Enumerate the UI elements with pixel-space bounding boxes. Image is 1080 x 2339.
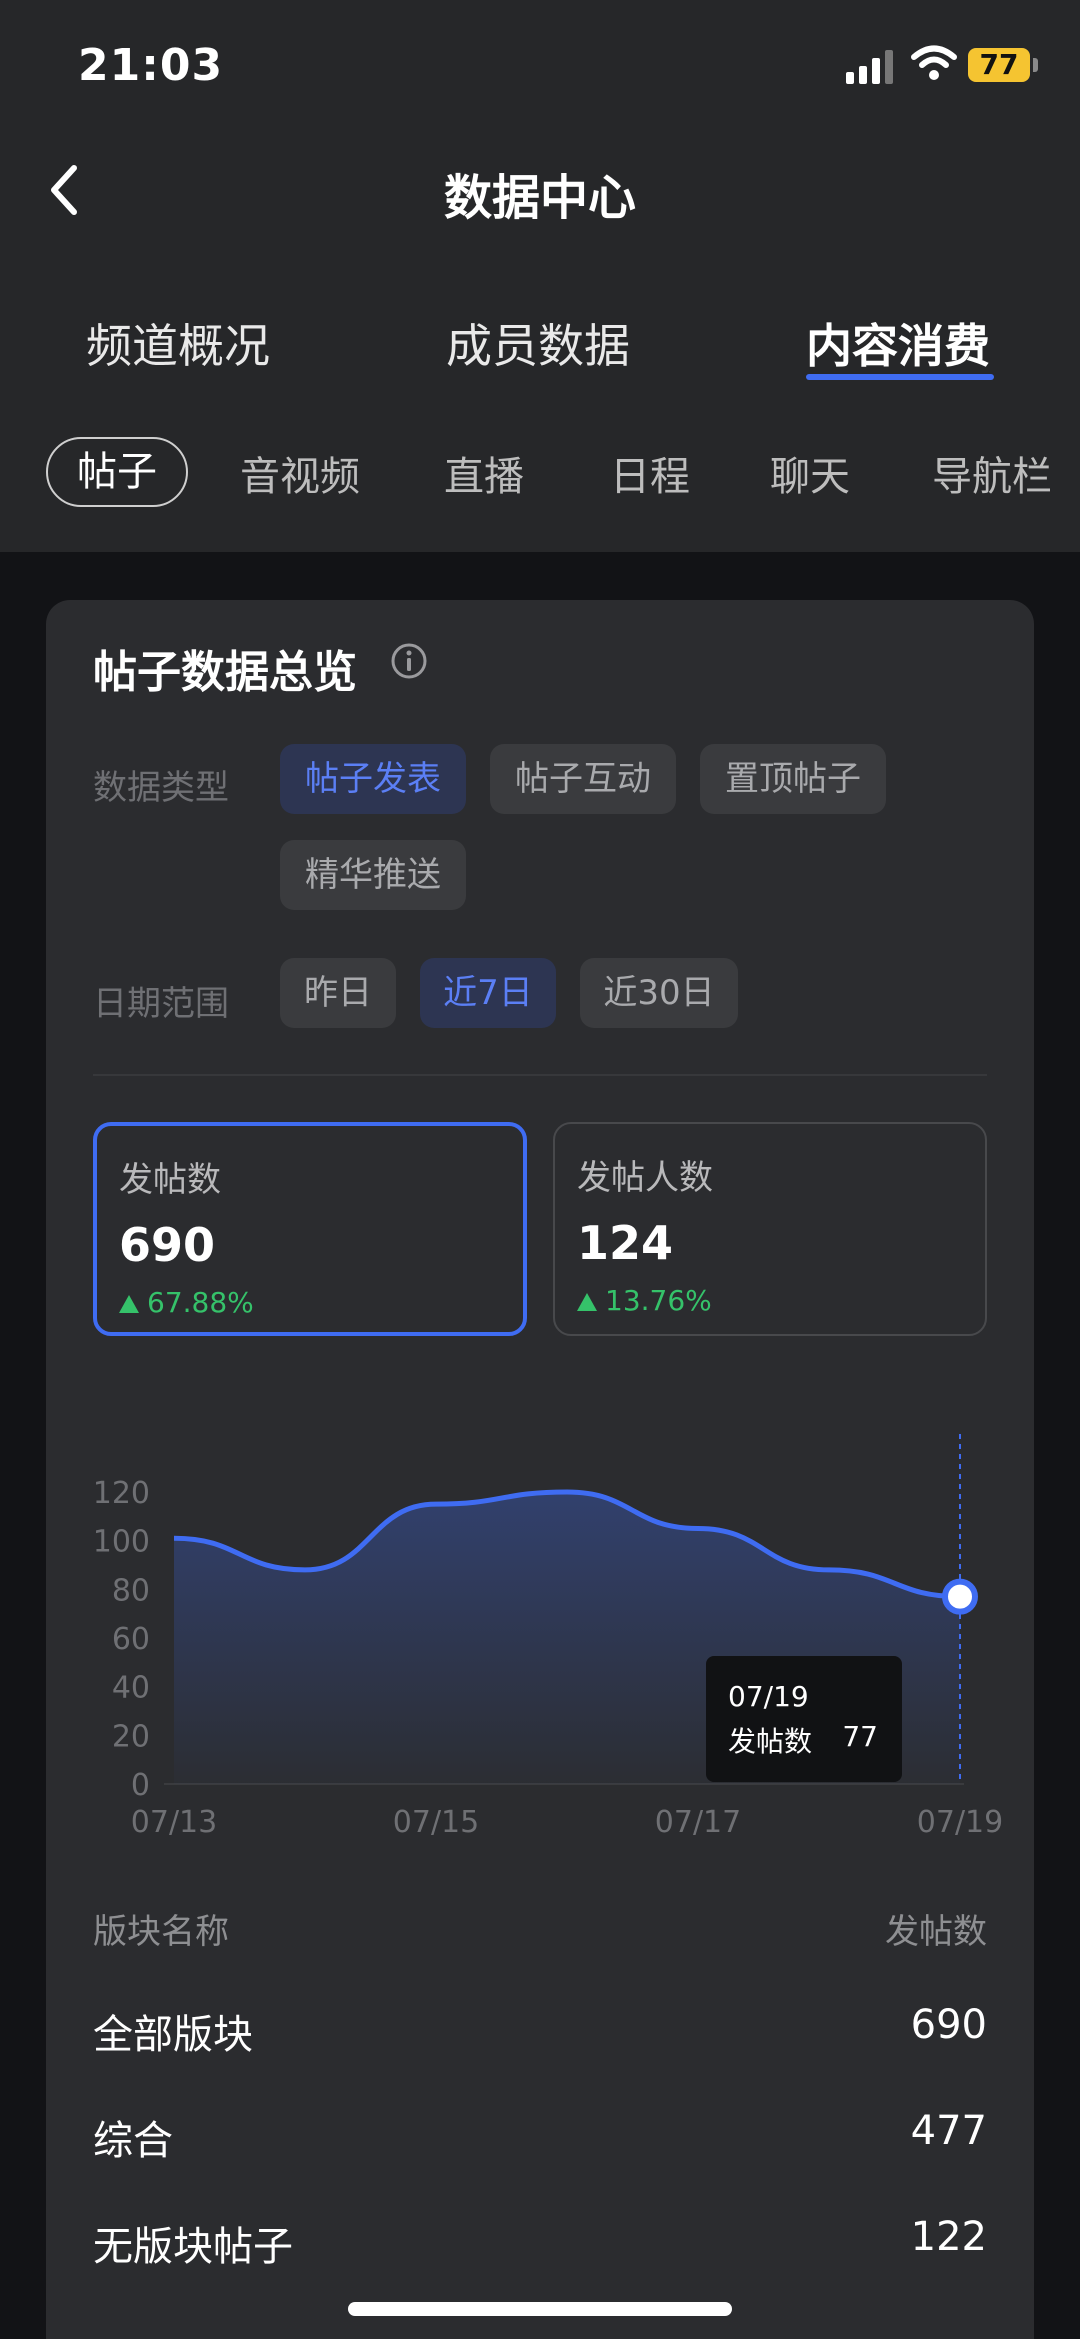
- metric-value: 690: [119, 1218, 216, 1272]
- table-row-name: 无版块帖子: [93, 2224, 293, 2270]
- data-point: [826, 1567, 832, 1573]
- subtab-live[interactable]: 直播: [444, 444, 524, 502]
- data-type-label: 数据类型: [93, 768, 229, 808]
- tab-channel-overview[interactable]: 频道概况: [86, 310, 270, 376]
- x-tick-label: 07/13: [131, 1805, 217, 1840]
- data-point: [957, 1594, 963, 1600]
- y-tick-label: 20: [112, 1719, 150, 1754]
- chip-post-interaction[interactable]: 帖子互动: [490, 744, 676, 814]
- data-point: [171, 1535, 177, 1541]
- subtab-schedule[interactable]: 日程: [610, 444, 690, 502]
- info-icon[interactable]: [390, 642, 428, 680]
- cellular-signal-icon: [846, 48, 896, 84]
- battery-icon: 77: [968, 48, 1030, 82]
- metric-label: 发帖数: [119, 1160, 221, 1200]
- table-row-value: 477: [910, 2108, 987, 2154]
- table-header-value: 发帖数: [885, 1912, 987, 1952]
- table-row-value: 690: [910, 2002, 987, 2048]
- metric-change-value: 67.88%: [147, 1286, 254, 1319]
- subtab-posts[interactable]: 帖子: [46, 437, 188, 507]
- date-range-label: 日期范围: [93, 984, 229, 1024]
- home-indicator: [348, 2302, 732, 2316]
- y-tick-label: 40: [112, 1671, 150, 1706]
- up-arrow-icon: [119, 1295, 139, 1313]
- metric-change: 13.76%: [577, 1284, 712, 1317]
- data-point: [302, 1567, 308, 1573]
- subtab-audio-video[interactable]: 音视频: [240, 444, 360, 502]
- subtab-navbar[interactable]: 导航栏: [932, 444, 1052, 502]
- tooltip-date: 07/19: [728, 1680, 809, 1713]
- chip-pinned-posts[interactable]: 置顶帖子: [700, 744, 886, 814]
- metric-change-value: 13.76%: [605, 1284, 712, 1317]
- table-row-value: 122: [910, 2214, 987, 2260]
- y-tick-label: 60: [112, 1622, 150, 1657]
- y-tick-label: 80: [112, 1573, 150, 1608]
- chip-post-publish[interactable]: 帖子发表: [280, 744, 466, 814]
- subtab-chat[interactable]: 聊天: [770, 444, 850, 502]
- tab-active-indicator: [806, 374, 994, 380]
- data-point: [433, 1501, 439, 1507]
- y-tick-label: 100: [93, 1525, 150, 1560]
- status-bar: 21:03 77: [0, 0, 1080, 132]
- tab-member-data[interactable]: 成员数据: [446, 310, 630, 376]
- metric-change: 67.88%: [119, 1286, 254, 1319]
- chip-yesterday[interactable]: 昨日: [280, 958, 396, 1028]
- tooltip-label: 发帖数: [728, 1725, 813, 1758]
- up-arrow-icon: [577, 1293, 597, 1311]
- tooltip-value: 77: [842, 1720, 878, 1753]
- table-row-name: 全部版块: [93, 2012, 253, 2058]
- metric-card-poster-count[interactable]: 发帖人数 124 13.76%: [553, 1122, 987, 1336]
- data-point: [564, 1489, 570, 1495]
- wifi-icon: [911, 45, 957, 80]
- table-header-name: 版块名称: [93, 1912, 229, 1952]
- table-row-name: 综合: [93, 2118, 173, 2164]
- status-time: 21:03: [78, 40, 224, 91]
- metric-card-post-count[interactable]: 发帖数 690 67.88%: [93, 1122, 527, 1336]
- page-title: 数据中心: [443, 170, 636, 226]
- battery-tip: [1033, 58, 1038, 72]
- overview-title: 帖子数据总览: [93, 647, 357, 698]
- metric-label: 发帖人数: [577, 1158, 713, 1198]
- chip-featured-push[interactable]: 精华推送: [280, 840, 466, 910]
- chip-last-30-days[interactable]: 近30日: [580, 958, 738, 1028]
- chart-tooltip: 07/19 发帖数 77: [706, 1656, 902, 1782]
- divider: [93, 1074, 987, 1076]
- y-tick-label: 120: [93, 1476, 150, 1511]
- metric-value: 124: [577, 1216, 674, 1270]
- tab-content-consumption[interactable]: 内容消费: [806, 310, 990, 376]
- x-tick-label: 07/15: [393, 1805, 479, 1840]
- data-point: [695, 1526, 701, 1532]
- chip-last-7-days[interactable]: 近7日: [420, 958, 556, 1028]
- x-tick-label: 07/17: [655, 1805, 741, 1840]
- y-tick-label: 0: [131, 1768, 150, 1803]
- x-tick-label: 07/19: [917, 1805, 1003, 1840]
